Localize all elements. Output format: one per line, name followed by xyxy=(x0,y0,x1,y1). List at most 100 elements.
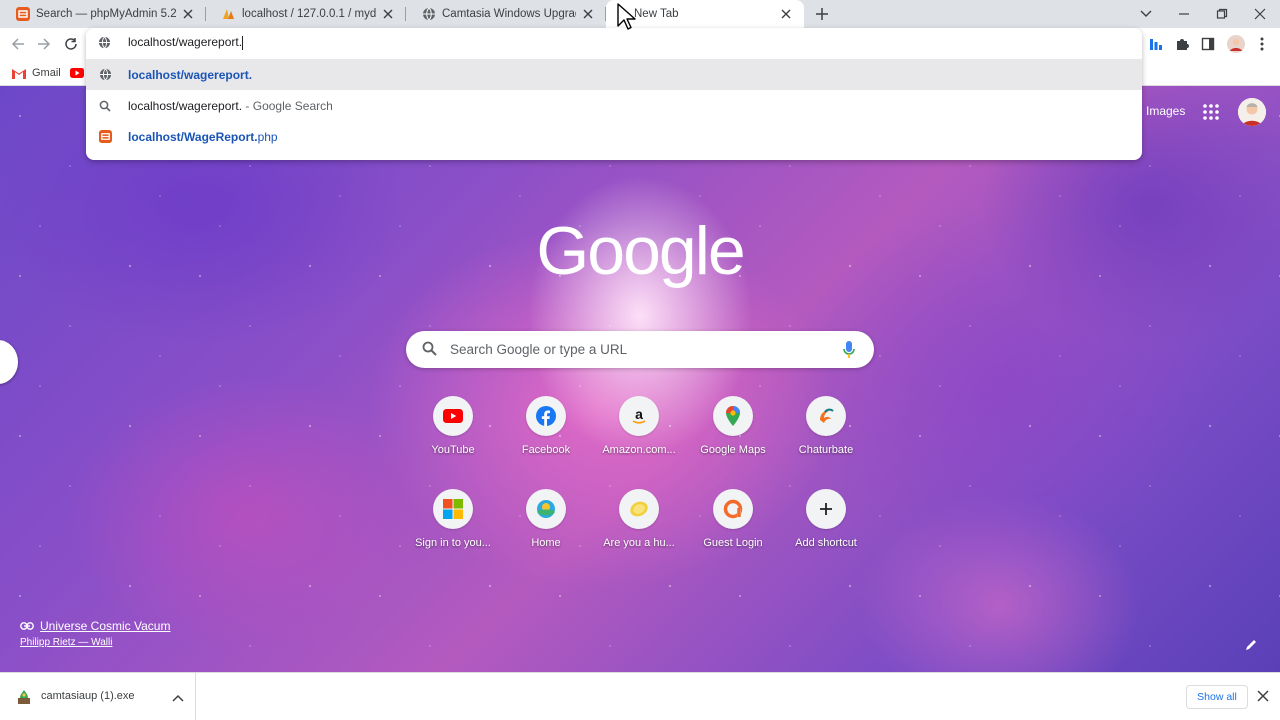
extension-chart-icon[interactable] xyxy=(1146,34,1166,54)
google-logo: Google xyxy=(536,214,745,289)
phpmyadmin-sail-icon xyxy=(222,7,236,21)
shortcut-amazon[interactable]: a Amazon.com... xyxy=(594,396,684,478)
attribution-title-link[interactable]: Universe Cosmic Vacum xyxy=(20,619,170,633)
show-all-downloads-button[interactable]: Show all xyxy=(1186,685,1248,709)
shortcut-chaturbate[interactable]: Chaturbate xyxy=(781,396,871,478)
facebook-icon xyxy=(526,396,566,436)
text-caret xyxy=(242,35,244,50)
tab-search-chevron-icon[interactable] xyxy=(1136,4,1156,24)
back-button[interactable] xyxy=(8,34,28,54)
new-tab-button[interactable] xyxy=(812,4,832,24)
coin-icon xyxy=(619,489,659,529)
microsoft-icon xyxy=(433,489,473,529)
shortcut-label: Google Maps xyxy=(700,444,766,456)
profile-avatar-icon[interactable] xyxy=(1226,34,1246,54)
tab-localhost-db[interactable]: localhost / 127.0.0.1 / mydataba xyxy=(206,0,406,28)
suggestion-url[interactable]: localhost/wagereport. xyxy=(86,59,1142,90)
shortcut-home[interactable]: Home xyxy=(501,489,591,571)
shortcut-youtube[interactable]: YouTube xyxy=(408,396,498,478)
suggestion-text: localhost/WageReport.php xyxy=(128,129,278,144)
mouse-cursor-icon xyxy=(617,3,636,30)
close-icon[interactable] xyxy=(180,6,196,22)
tab-phpmyadmin-search[interactable]: Search — phpMyAdmin 5.2.0 do xyxy=(0,0,206,28)
customize-pencil-icon[interactable] xyxy=(1244,638,1260,654)
address-input[interactable]: localhost/wagereport. xyxy=(128,35,728,53)
background-stars xyxy=(0,86,1280,672)
shortcut-label: Are you a hu... xyxy=(603,537,675,549)
shortcut-microsoft-signin[interactable]: Sign in to you... xyxy=(408,489,498,571)
globe-icon xyxy=(98,36,112,50)
download-file-name: camtasiaup (1).exe xyxy=(41,690,135,702)
search-placeholder: Search Google or type a URL xyxy=(450,342,628,357)
account-avatar[interactable] xyxy=(1238,98,1266,126)
omnibox-dropdown: localhost/wagereport. localhost/wagerepo… xyxy=(86,28,1142,160)
close-window-button[interactable] xyxy=(1250,4,1270,24)
suggestion-text: localhost/wagereport. xyxy=(128,67,253,82)
download-bar: camtasiaup (1).exe Show all xyxy=(0,672,1280,720)
shortcut-label: Sign in to you... xyxy=(415,537,491,549)
shortcut-guest-login[interactable]: Guest Login xyxy=(688,489,778,571)
shortcut-facebook[interactable]: Facebook xyxy=(501,396,591,478)
shortcut-label: Guest Login xyxy=(703,537,763,549)
shortcut-label: Add shortcut xyxy=(795,537,857,549)
add-shortcut-button[interactable]: Add shortcut xyxy=(781,489,871,571)
search-box[interactable]: Search Google or type a URL xyxy=(406,331,874,368)
suggestion-history-wagereport[interactable]: localhost/WageReport.php xyxy=(86,121,1142,152)
globe-icon xyxy=(422,7,436,21)
tab-title: Camtasia Windows Upgrade Dov xyxy=(442,8,576,20)
close-icon[interactable] xyxy=(580,6,596,22)
home-site-icon xyxy=(526,489,566,529)
maps-icon xyxy=(713,396,753,436)
installer-icon xyxy=(16,689,32,705)
phpmyadmin-icon xyxy=(98,130,112,144)
tab-title: New Tab xyxy=(634,8,679,20)
attribution-author-link[interactable]: Philipp Rietz — Walli xyxy=(20,637,170,648)
restore-button[interactable] xyxy=(1212,4,1232,24)
background-attribution: Universe Cosmic Vacum Philipp Rietz — Wa… xyxy=(20,619,170,648)
bookmark-gmail[interactable]: Gmail xyxy=(12,64,61,82)
suggestion-google-search[interactable]: localhost/wagereport. - Google Search xyxy=(86,90,1142,121)
tab-camtasia[interactable]: Camtasia Windows Upgrade Dov xyxy=(406,0,606,28)
youtube-icon xyxy=(70,68,84,78)
shortcut-label: Facebook xyxy=(521,444,571,456)
download-item[interactable]: camtasiaup (1).exe xyxy=(0,673,196,720)
tab-title: localhost / 127.0.0.1 / mydataba xyxy=(242,8,376,20)
bookmark-youtube[interactable] xyxy=(70,64,84,82)
search-icon xyxy=(98,99,112,113)
suggestion-text: localhost/wagereport. - Google Search xyxy=(128,98,333,113)
menu-kebab-icon[interactable] xyxy=(1252,34,1272,54)
microphone-icon[interactable] xyxy=(842,340,858,360)
shortcut-google-maps[interactable]: Google Maps xyxy=(688,396,778,478)
search-icon xyxy=(422,341,438,357)
chaturbate-icon xyxy=(806,396,846,436)
guest-login-icon xyxy=(713,489,753,529)
tab-strip: Search — phpMyAdmin 5.2.0 do localhost /… xyxy=(0,0,1280,28)
new-tab-page: Images Google Search Google or type a UR… xyxy=(0,86,1280,672)
bookmark-label: Gmail xyxy=(32,67,61,79)
svg-text:a: a xyxy=(635,406,643,422)
attribution-title: Universe Cosmic Vacum xyxy=(40,619,171,633)
forward-button[interactable] xyxy=(34,34,54,54)
google-apps-icon[interactable] xyxy=(1203,104,1221,122)
youtube-icon xyxy=(433,396,473,436)
extensions-puzzle-icon[interactable] xyxy=(1172,34,1192,54)
shortcut-label: Amazon.com... xyxy=(602,444,676,456)
plus-icon xyxy=(806,489,846,529)
shortcut-label: Chaturbate xyxy=(798,444,854,456)
gmail-icon xyxy=(12,68,26,79)
close-icon[interactable] xyxy=(380,6,396,22)
side-panel-icon[interactable] xyxy=(1198,34,1218,54)
link-icon xyxy=(20,622,34,630)
address-bar[interactable]: localhost/wagereport. xyxy=(86,28,1142,59)
globe-icon xyxy=(98,68,112,82)
reload-button[interactable] xyxy=(61,34,81,54)
close-icon[interactable] xyxy=(778,6,794,22)
shortcut-label: YouTube xyxy=(431,444,475,456)
amazon-icon: a xyxy=(619,396,659,436)
close-icon[interactable] xyxy=(1257,689,1273,705)
shortcut-are-you-human[interactable]: Are you a hu... xyxy=(594,489,684,571)
chevron-up-icon[interactable] xyxy=(172,689,186,703)
shortcut-label: Home xyxy=(531,537,561,549)
minimize-button[interactable] xyxy=(1174,4,1194,24)
images-link[interactable]: Images xyxy=(1146,104,1185,118)
